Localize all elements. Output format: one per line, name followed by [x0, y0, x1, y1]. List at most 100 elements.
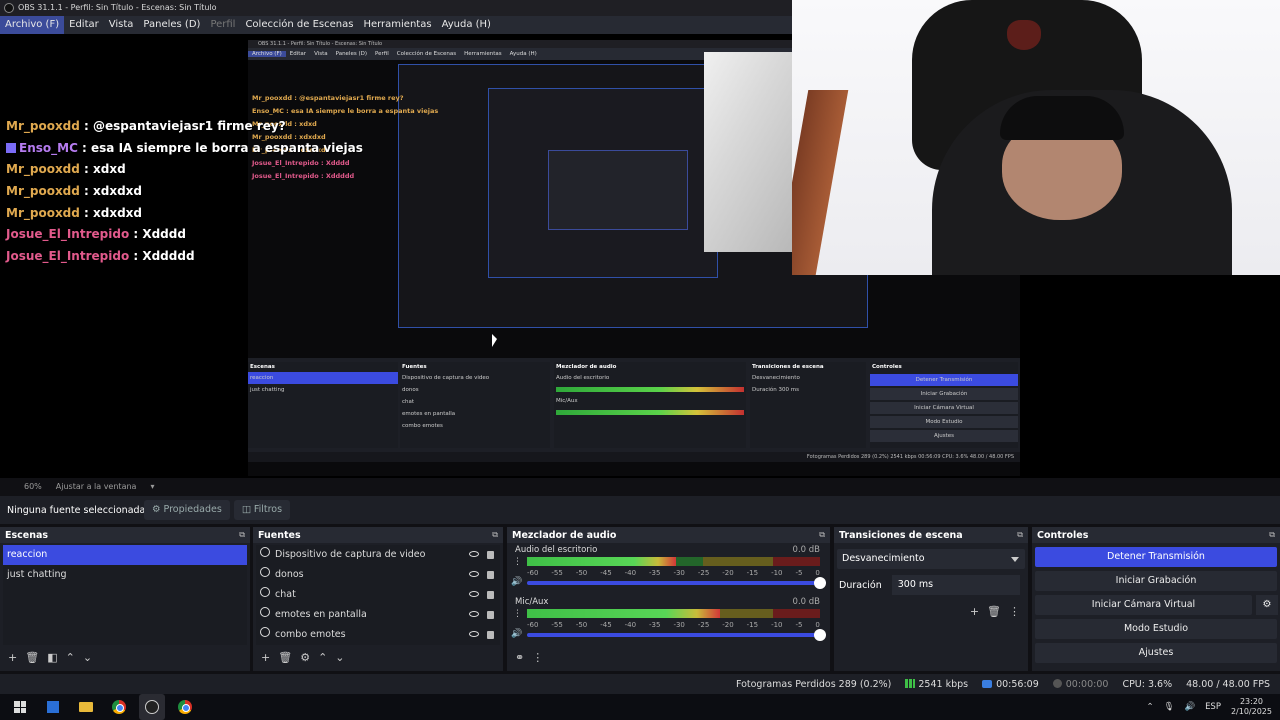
- menu-vista[interactable]: Vista: [104, 16, 139, 34]
- volume-slider[interactable]: [527, 629, 826, 641]
- fit-to-window[interactable]: Ajustar a la ventana: [56, 478, 137, 496]
- popout-icon[interactable]: ⧉: [819, 530, 825, 540]
- virtual-camera-button[interactable]: Iniciar Cámara Virtual ⚙: [1035, 595, 1278, 615]
- chrome-icon: [178, 700, 192, 714]
- chevron-down-icon[interactable]: ▾: [150, 478, 154, 496]
- preview-zoom-bar: 60% Ajustar a la ventana ▾: [0, 478, 1280, 496]
- start-recording-button[interactable]: Iniciar Grabación: [1035, 571, 1277, 591]
- meter-tick: -10: [771, 621, 783, 629]
- meter-tick: -35: [649, 621, 661, 629]
- lock-icon[interactable]: [487, 551, 494, 559]
- menu-paneles[interactable]: Paneles (D): [138, 16, 205, 34]
- more-icon[interactable]: ⋮: [513, 557, 522, 567]
- speaker-icon[interactable]: 🔊: [511, 577, 522, 587]
- duration-input[interactable]: 300 ms: [891, 575, 1020, 595]
- scene-item-just-chatting[interactable]: just chatting: [3, 565, 247, 585]
- studio-mode-button[interactable]: Modo Estudio: [1035, 619, 1277, 639]
- nested-mixer: Mezclador de audio Audio del escritorio …: [554, 362, 746, 448]
- language-indicator[interactable]: ESP: [1205, 702, 1221, 712]
- volume-knob[interactable]: [814, 577, 826, 589]
- menu-coleccion-escenas[interactable]: Colección de Escenas: [240, 16, 358, 34]
- menu-herramientas[interactable]: Herramientas: [358, 16, 436, 34]
- properties-button[interactable]: ⚙ Propiedades: [144, 500, 230, 520]
- lock-icon[interactable]: [487, 631, 494, 639]
- chrome-button-2[interactable]: [172, 694, 198, 720]
- obs-icon: [145, 700, 159, 714]
- more-icon[interactable]: ⋮: [513, 609, 522, 619]
- link-icon[interactable]: ⚭: [515, 651, 524, 664]
- explorer-button[interactable]: [73, 694, 99, 720]
- source-item[interactable]: emotes en pantalla: [256, 605, 500, 625]
- source-item[interactable]: donos: [256, 565, 500, 585]
- level-meter-fill: [527, 609, 721, 618]
- nested-scenes-title: Escenas: [250, 364, 275, 370]
- nested-trans-title: Transiciones de escena: [752, 364, 824, 370]
- add-icon[interactable]: +: [8, 651, 17, 664]
- mouse-cursor-icon: [492, 334, 497, 347]
- eye-icon[interactable]: [469, 551, 479, 557]
- add-icon[interactable]: +: [261, 651, 270, 664]
- chevron-up-icon[interactable]: ⌃: [66, 651, 75, 664]
- menu-perfil[interactable]: Perfil: [205, 16, 240, 34]
- speaker-icon[interactable]: 🔊: [1184, 702, 1195, 712]
- trash-icon[interactable]: 🗑: [25, 651, 39, 664]
- chrome-icon: [112, 700, 126, 714]
- eye-icon[interactable]: [469, 571, 479, 577]
- menu-ayuda[interactable]: Ayuda (H): [437, 16, 496, 34]
- meter-tick: -25: [697, 569, 710, 577]
- filter-icon[interactable]: ◧: [47, 651, 57, 664]
- volume-slider[interactable]: [527, 577, 826, 589]
- chevron-down-icon[interactable]: ⌄: [335, 651, 344, 664]
- add-icon[interactable]: +: [970, 605, 979, 618]
- chat-username: Enso_MC: [19, 140, 78, 155]
- microphone-icon[interactable]: 🎙: [1164, 702, 1175, 712]
- trash-icon[interactable]: 🗑: [278, 651, 292, 664]
- speaker-icon[interactable]: 🔊: [511, 629, 522, 639]
- settings-button[interactable]: Ajustes: [1035, 643, 1277, 663]
- menu-archivo[interactable]: Archivo (F): [0, 16, 65, 34]
- gear-icon[interactable]: ⚙: [1256, 595, 1278, 615]
- meter-ticks: -60 -55 -50 -45 -40 -35 -30 -25 -20 -15 -10 -5 0: [527, 621, 820, 629]
- chevron-down-icon[interactable]: ⌄: [83, 651, 92, 664]
- meter-tick: -5: [795, 569, 803, 577]
- store-button[interactable]: [40, 694, 66, 720]
- popout-icon[interactable]: ⧉: [1017, 530, 1023, 540]
- obs-taskbar-button[interactable]: [139, 694, 165, 720]
- chrome-button[interactable]: [106, 694, 132, 720]
- scene-item-reaccion[interactable]: reaccion: [3, 545, 247, 565]
- popout-icon[interactable]: ⧉: [492, 530, 498, 540]
- start-button[interactable]: [7, 694, 33, 720]
- lock-icon[interactable]: [487, 591, 494, 599]
- chevron-up-icon[interactable]: ⌃: [1147, 702, 1154, 712]
- eye-icon[interactable]: [469, 631, 479, 637]
- more-icon[interactable]: ⋮: [532, 651, 543, 664]
- mixer-channel-desktop: Audio del escritorio 0.0 dB ⋮ -60 -55 -50-…: [507, 543, 830, 595]
- nested-fade: Desvanecimiento: [752, 375, 800, 381]
- chevron-up-icon[interactable]: ⌃: [318, 651, 327, 664]
- meter-tick: -30: [673, 621, 685, 629]
- chat-overlay: Mr_pooxdd : @espantaviejasr1 firme rey? E…: [6, 118, 363, 270]
- gear-icon[interactable]: ⚙: [300, 651, 310, 664]
- eye-icon[interactable]: [469, 591, 479, 597]
- filters-button[interactable]: ◫ Filtros: [233, 500, 291, 520]
- zoom-level[interactable]: 60%: [24, 478, 42, 496]
- menu-editar[interactable]: Editar: [64, 16, 104, 34]
- nested-dur-label: Duración: [752, 387, 777, 393]
- volume-knob[interactable]: [814, 629, 826, 641]
- transition-select[interactable]: Desvanecimiento: [837, 549, 1025, 569]
- source-item[interactable]: Dispositivo de captura de video: [256, 545, 500, 565]
- clock[interactable]: 23:20 2/10/2025: [1231, 697, 1272, 717]
- eye-icon[interactable]: [469, 611, 479, 617]
- lock-icon[interactable]: [487, 611, 494, 619]
- nested-mixer-title: Mezclador de audio: [556, 364, 617, 370]
- trash-icon[interactable]: 🗑: [987, 605, 1001, 618]
- popout-icon[interactable]: ⧉: [239, 530, 245, 540]
- popout-icon[interactable]: ⧉: [1269, 530, 1275, 540]
- nested-chat-line: Mr_pooxdd : @espantaviejasr1 firme rey?: [252, 94, 404, 102]
- lock-icon[interactable]: [487, 571, 494, 579]
- more-icon[interactable]: ⋮: [1009, 605, 1020, 618]
- source-item[interactable]: chat: [256, 585, 500, 605]
- meter-tick: 0: [815, 569, 820, 577]
- stop-streaming-button[interactable]: Detener Transmisión: [1035, 547, 1277, 567]
- source-item[interactable]: combo emotes: [256, 625, 500, 645]
